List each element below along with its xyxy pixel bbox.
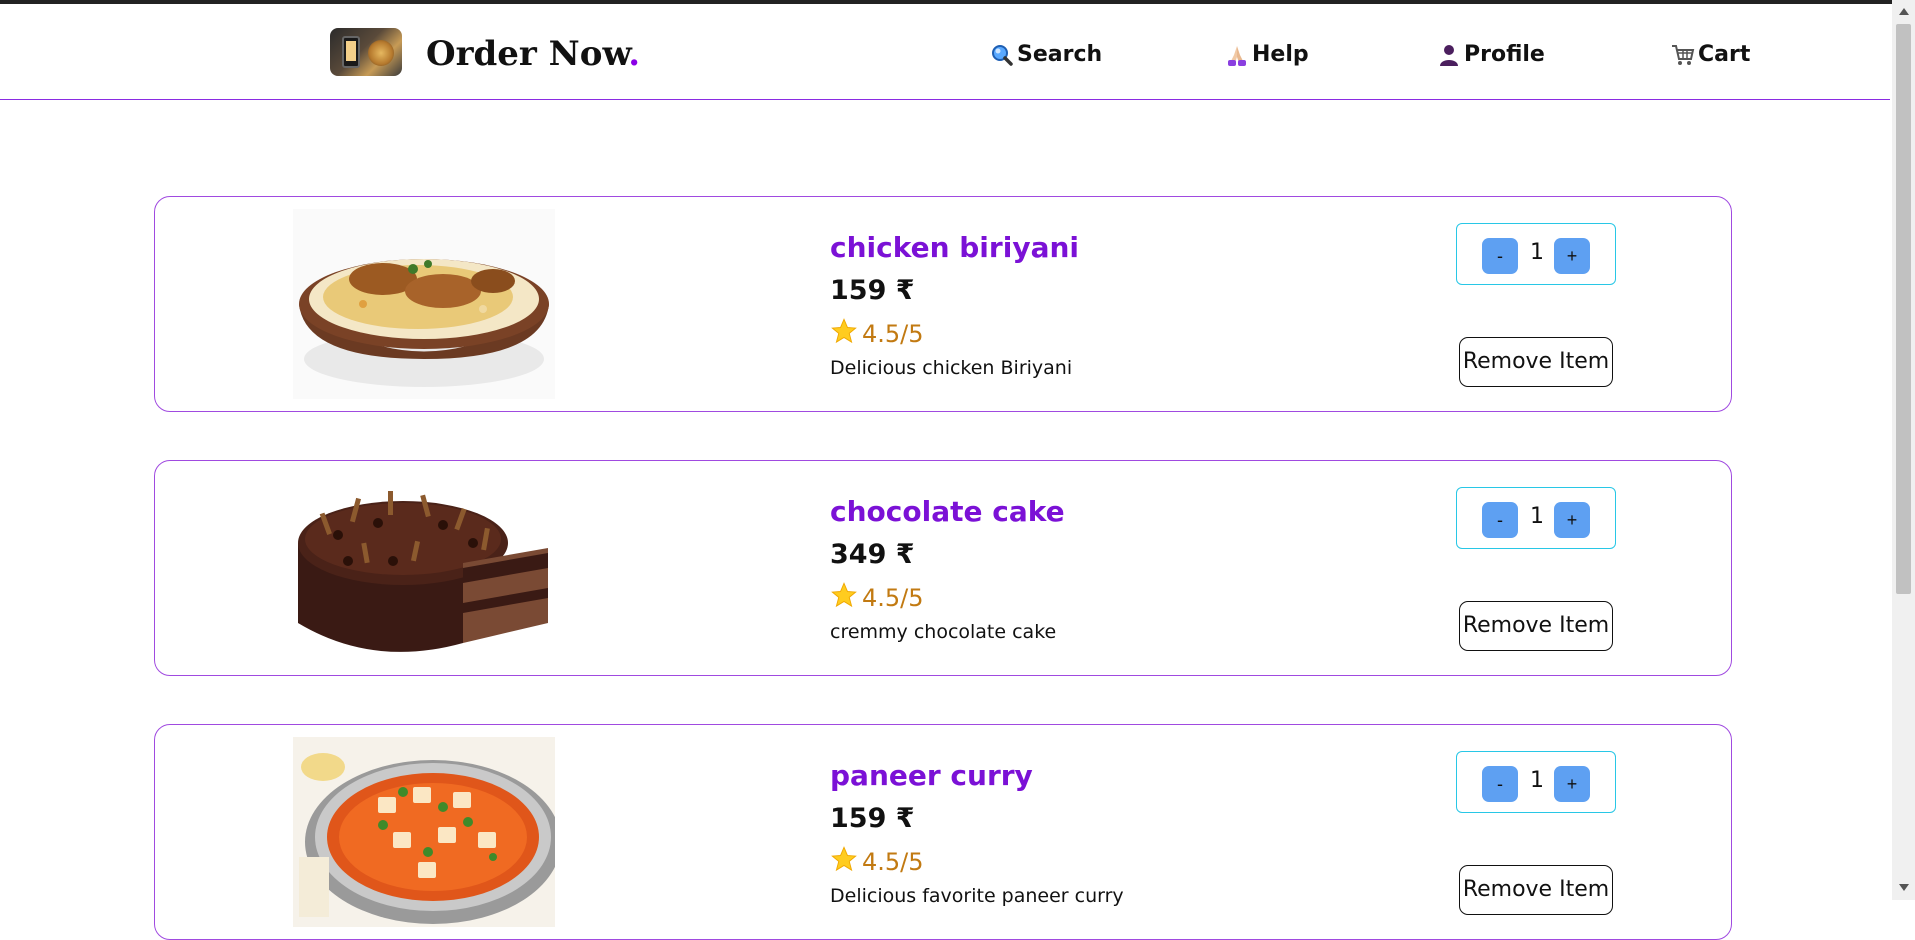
increase-quantity-button[interactable]: + [1554, 502, 1590, 538]
folded-hands-icon [1225, 43, 1249, 67]
decrease-quantity-button[interactable]: - [1482, 766, 1518, 802]
top-navbar: Order Now. Search Help Profile Cart [0, 4, 1890, 100]
star-icon [830, 581, 858, 615]
vertical-scrollbar[interactable] [1892, 0, 1915, 900]
nav-cart[interactable]: Cart [1671, 42, 1750, 67]
decrease-quantity-button[interactable]: - [1482, 502, 1518, 538]
food-graphic [368, 40, 394, 66]
star-icon [830, 845, 858, 879]
quantity-stepper: - 1 + [1456, 487, 1616, 549]
quantity-value: 1 [1530, 768, 1544, 793]
item-rating: 4.5/5 [830, 317, 924, 351]
nav-profile[interactable]: Profile [1437, 42, 1545, 67]
cart-item-card: paneer curry 159 ₹ 4.5/5 Delicious favor… [154, 724, 1732, 940]
brand-dot: . [628, 34, 641, 74]
remove-item-button[interactable]: Remove Item [1459, 337, 1613, 387]
decrease-quantity-button[interactable]: - [1482, 238, 1518, 274]
item-name: chocolate cake [830, 495, 1065, 528]
remove-item-button[interactable]: Remove Item [1459, 601, 1613, 651]
item-rating-value: 4.5/5 [862, 320, 924, 348]
biriyani-image [293, 209, 555, 399]
increase-quantity-button[interactable]: + [1554, 766, 1590, 802]
item-rating: 4.5/5 [830, 581, 924, 615]
item-name: paneer curry [830, 759, 1033, 792]
cake-image [293, 473, 555, 663]
item-description: cremmy chocolate cake [830, 621, 1057, 643]
nav-search-label: Search [1017, 42, 1103, 67]
phone-graphic [342, 36, 360, 68]
nav-help[interactable]: Help [1225, 42, 1309, 67]
scrollbar-thumb[interactable] [1896, 24, 1911, 594]
quantity-value: 1 [1530, 240, 1544, 265]
item-price: 349 ₹ [830, 539, 915, 570]
item-name: chicken biriyani [830, 231, 1079, 264]
cart-icon [1671, 43, 1695, 67]
scroll-up-arrow-icon[interactable] [1899, 8, 1909, 15]
item-description: Delicious chicken Biriyani [830, 357, 1073, 379]
curry-image [293, 737, 561, 927]
nav-search[interactable]: Search [990, 42, 1102, 67]
quantity-stepper: - 1 + [1456, 223, 1616, 285]
increase-quantity-button[interactable]: + [1554, 238, 1590, 274]
quantity-stepper: - 1 + [1456, 751, 1616, 813]
nav-profile-label: Profile [1464, 42, 1545, 67]
star-icon [830, 317, 858, 351]
item-rating-value: 4.5/5 [862, 584, 924, 612]
scroll-down-arrow-icon[interactable] [1899, 884, 1909, 891]
brand-title[interactable]: Order Now. [426, 34, 640, 74]
remove-item-button[interactable]: Remove Item [1459, 865, 1613, 915]
cart-item-card: chocolate cake 349 ₹ 4.5/5 cremmy chocol… [154, 460, 1732, 676]
nav-cart-label: Cart [1698, 42, 1751, 67]
cart-item-card: chicken biriyani 159 ₹ 4.5/5 Delicious c… [154, 196, 1732, 412]
nav-help-label: Help [1252, 42, 1309, 67]
app-logo[interactable] [330, 28, 402, 76]
quantity-value: 1 [1530, 504, 1544, 529]
item-price: 159 ₹ [830, 803, 915, 834]
item-rating-value: 4.5/5 [862, 848, 924, 876]
brand-name: Order Now [426, 34, 629, 74]
item-price: 159 ₹ [830, 275, 915, 306]
item-rating: 4.5/5 [830, 845, 924, 879]
search-icon [990, 43, 1014, 67]
item-description: Delicious favorite paneer curry [830, 885, 1124, 907]
user-icon [1437, 43, 1461, 67]
